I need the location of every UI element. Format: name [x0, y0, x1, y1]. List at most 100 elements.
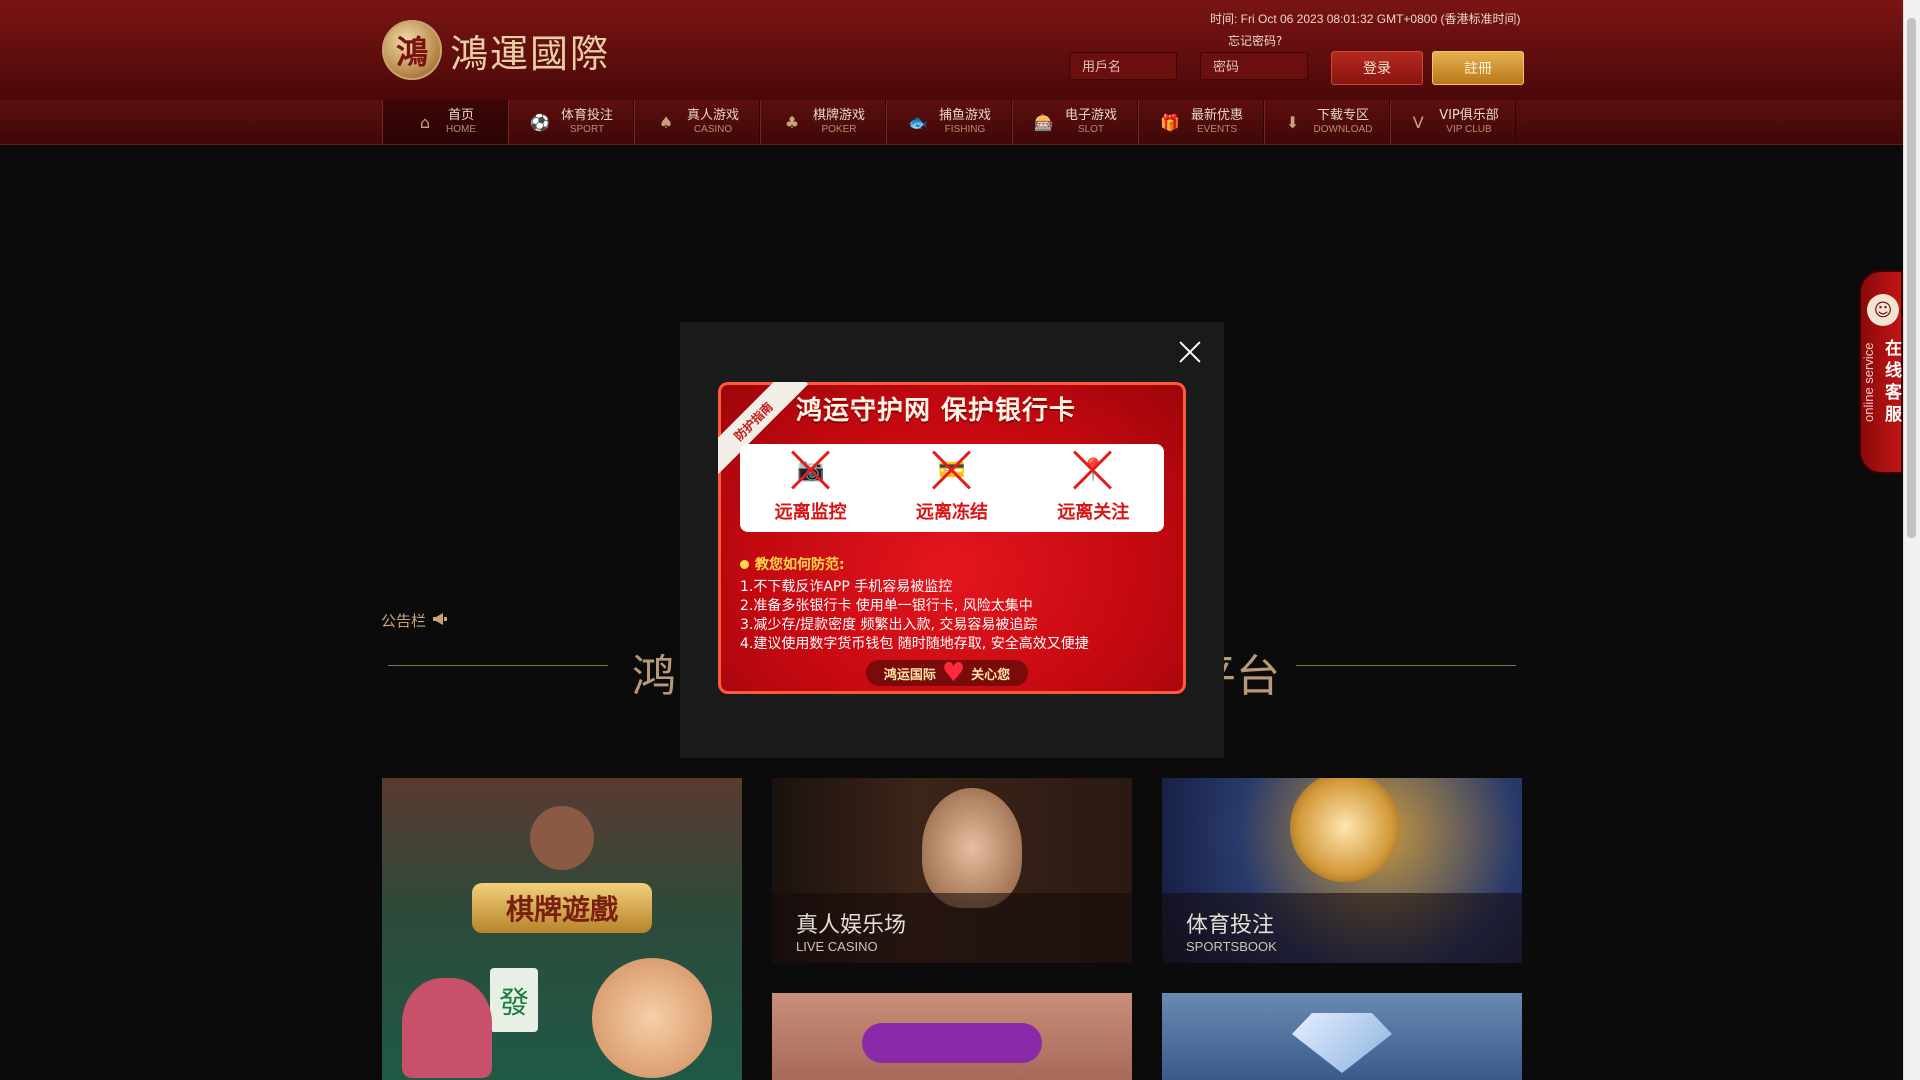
camera-icon: 📷	[789, 448, 833, 492]
heart-icon: ♥	[941, 658, 966, 688]
logo-text: 鴻運國際	[450, 31, 611, 76]
warning-item: 📍 远离关注	[1057, 448, 1129, 524]
gift-icon: 🎁	[1160, 112, 1180, 132]
warning-item: 📷 远离监控	[775, 448, 847, 524]
clock-text: 时间: Fri Oct 06 2023 08:01:32 GMT+0800 (香…	[1210, 12, 1521, 26]
tile-live-casino[interactable]: 真人娱乐场 LIVE CASINO	[772, 778, 1132, 963]
tip-item: 1.不下载反诈APP 手机容易被监控	[740, 579, 953, 595]
mahjong-tile-icon: 發	[490, 968, 538, 1032]
nav-item-slot[interactable]: 🎰 电子游戏 SLOT	[1012, 100, 1138, 144]
chess-games-banner: 棋牌遊戲	[472, 883, 652, 933]
nav-label-cn: 真人游戏	[686, 108, 739, 124]
username-input[interactable]	[1069, 52, 1177, 80]
logo-seal: 鴻	[382, 20, 442, 80]
tile-title: 真人娱乐场	[796, 913, 907, 938]
nav-label-en: HOME	[446, 123, 476, 135]
notice-bar[interactable]: 公告栏	[381, 610, 448, 631]
poster-title: 鸿运守护网 保护银行卡	[796, 396, 1077, 426]
diamond-icon	[1292, 1013, 1392, 1073]
tile-figure	[530, 806, 594, 870]
slot-icon: 🎰	[1034, 112, 1054, 132]
nav-item-vip-club[interactable]: V VIP俱乐部 VIP CLUB	[1390, 100, 1516, 144]
tile-sportsbook[interactable]: 体育投注 SPORTSBOOK	[1162, 778, 1522, 963]
guide-heading: 教您如何防范:	[740, 554, 845, 574]
bullet-icon	[740, 559, 749, 569]
download-icon: ⬇	[1285, 112, 1300, 132]
nav-label-cn: 捕鱼游戏	[938, 108, 991, 124]
home-icon: ⌂	[419, 112, 431, 132]
nav-item-home[interactable]: ⌂ 首页 HOME	[382, 100, 508, 144]
tile-chess-games[interactable]: 棋牌遊戲 發	[382, 778, 742, 1080]
scrollbar-thumb[interactable]	[1907, 18, 1916, 538]
page-scrollbar[interactable]	[1903, 0, 1920, 1080]
online-service-button[interactable]: ☺ 在线客服 online service	[1859, 270, 1903, 474]
nav-text: 下载专区 DOWNLOAD	[1314, 108, 1373, 135]
megaphone-icon	[432, 612, 448, 630]
nav-label-en: SPORT	[569, 123, 605, 135]
nav-label-en: EVENTS	[1196, 123, 1237, 135]
title-divider-right	[1296, 665, 1516, 666]
service-label-cn: 在线客服	[1885, 339, 1902, 425]
tile-subtitle: LIVE CASINO	[796, 939, 878, 954]
warning-label: 远离冻结	[915, 502, 988, 523]
promo-modal: 防护指南 鸿运守护网 保护银行卡 📷 远离监控 💳 远离冻结 📍 远离关注 教您…	[680, 322, 1224, 758]
tile-fishing-games[interactable]	[772, 993, 1132, 1080]
care-left: 鸿运国际	[883, 667, 936, 683]
character-figure	[592, 958, 712, 1078]
card-icon: 💳	[930, 448, 974, 492]
fishing-icon: 🐟	[908, 112, 928, 132]
tips-list: 1.不下载反诈APP 手机容易被监控 2.准备多张银行卡 使用单一银行卡, 风险…	[740, 578, 1089, 654]
header: 鴻 鴻運國際 时间: Fri Oct 06 2023 08:01:32 GMT+…	[0, 0, 1904, 101]
character-figure-2	[402, 978, 492, 1078]
nav-item-fishing[interactable]: 🐟 捕鱼游戏 FISHING	[886, 100, 1012, 144]
nav-label-en: SLOT	[1077, 123, 1105, 135]
nav-text: 棋牌游戏 POKER	[812, 108, 865, 135]
poker-icon: ♣	[784, 112, 800, 132]
nav-text: 最新优惠 EVENTS	[1190, 108, 1243, 135]
tile-subtitle: SPORTSBOOK	[1186, 939, 1277, 954]
nav-item-events[interactable]: 🎁 最新优惠 EVENTS	[1138, 100, 1264, 144]
tip-item: 4.建议使用数字货币钱包 随时随地存取, 安全高效又便捷	[740, 636, 1089, 652]
nav-label-cn: 最新优惠	[1190, 108, 1243, 124]
register-button[interactable]: 註冊	[1432, 51, 1524, 85]
nav-text: 电子游戏 SLOT	[1064, 108, 1117, 135]
nav-list: ⌂ 首页 HOME ⚽ 体育投注 SPORT ♠ 真人游戏 CASINO ♣ 棋牌游戏 POKER 🐟 捕…	[382, 100, 1522, 144]
dealer-figure	[922, 788, 1022, 908]
care-badge: 鸿运国际 ♥ 关心您	[866, 660, 1028, 686]
nav-label-en: FISHING	[944, 123, 986, 135]
nav-label-en: CASINO	[693, 123, 733, 135]
site-logo[interactable]: 鴻 鴻運國際	[382, 18, 612, 82]
login-button[interactable]: 登录	[1331, 51, 1423, 85]
nav-label-cn: 电子游戏	[1064, 108, 1117, 124]
tile-label: 真人娱乐场 LIVE CASINO	[772, 893, 1132, 963]
tile-label: 体育投注 SPORTSBOOK	[1162, 893, 1522, 963]
notice-label: 公告栏	[381, 612, 427, 630]
location-icon: 📍	[1071, 448, 1115, 492]
tile-slot-games[interactable]	[1162, 993, 1522, 1080]
nav-item-casino[interactable]: ♠ 真人游戏 CASINO	[634, 100, 760, 144]
nav-item-download[interactable]: ⬇ 下载专区 DOWNLOAD	[1264, 100, 1390, 144]
guide-heading-text: 教您如何防范:	[755, 557, 845, 573]
service-label-en: online service	[1861, 342, 1876, 423]
casino-icon: ♠	[658, 112, 674, 132]
nav-text: 真人游戏 CASINO	[686, 108, 739, 135]
warning-label: 远离监控	[774, 502, 847, 523]
soccer-ball-icon	[1290, 778, 1400, 882]
nav-item-sport[interactable]: ⚽ 体育投注 SPORT	[508, 100, 634, 144]
nav-label-en: POKER	[821, 123, 857, 135]
forgot-password-link[interactable]: 忘记密码?	[1228, 32, 1282, 49]
nav-label-cn: 首页	[447, 108, 474, 124]
tile-title: 体育投注	[1186, 913, 1275, 938]
close-icon[interactable]	[1176, 338, 1204, 366]
nav-label-cn: 下载专区	[1316, 108, 1369, 124]
warning-card: 📷 远离监控 💳 远离冻结 📍 远离关注	[740, 444, 1164, 532]
nav-text: 首页 HOME	[446, 108, 476, 135]
password-input[interactable]	[1200, 52, 1308, 80]
main-nav: ⌂ 首页 HOME ⚽ 体育投注 SPORT ♠ 真人游戏 CASINO ♣ 棋牌游戏 POKER 🐟 捕…	[0, 100, 1904, 145]
nav-label-cn: VIP俱乐部	[1439, 108, 1499, 124]
sunglasses-graphic	[862, 1023, 1042, 1063]
nav-item-poker[interactable]: ♣ 棋牌游戏 POKER	[760, 100, 886, 144]
nav-label-cn: 棋牌游戏	[812, 108, 865, 124]
nav-text: VIP俱乐部 VIP CLUB	[1439, 108, 1499, 135]
nav-label-en: VIP CLUB	[1446, 123, 1492, 135]
